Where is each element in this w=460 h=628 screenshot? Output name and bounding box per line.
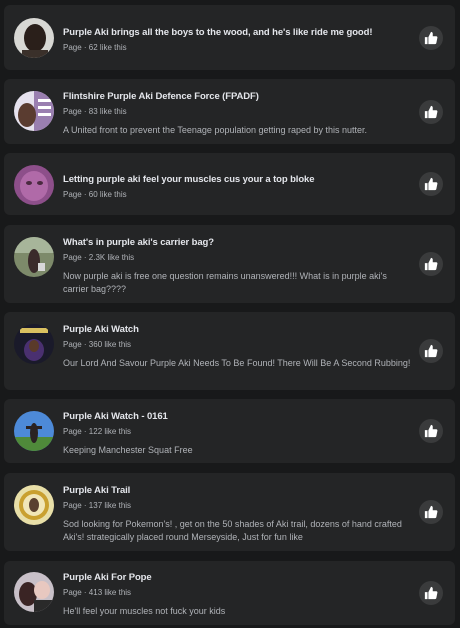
page-result-card[interactable]: Purple Aki For Pope Page · 413 like this… — [4, 561, 455, 625]
page-result-card[interactable]: Purple Aki Watch - 0161 Page · 122 like … — [4, 399, 455, 463]
page-title[interactable]: Purple Aki brings all the boys to the wo… — [63, 27, 411, 39]
like-page-button[interactable] — [419, 419, 443, 443]
page-result-card[interactable]: What's in purple aki's carrier bag? Page… — [4, 225, 455, 303]
page-result-card[interactable]: Letting purple aki feel your muscles cus… — [4, 153, 455, 215]
page-avatar[interactable] — [14, 165, 54, 205]
page-description: Now purple aki is free one question rema… — [63, 271, 387, 294]
page-description: Our Lord And Savour Purple Aki Needs To … — [63, 358, 411, 368]
page-result-card[interactable]: Purple Aki Watch Page · 360 like this Ou… — [4, 312, 455, 390]
page-result-card[interactable]: Purple Aki Trail Page · 137 like this So… — [4, 473, 455, 551]
page-description: He'll feel your muscles not fuck your ki… — [63, 606, 226, 616]
thumbs-up-icon — [424, 177, 438, 191]
page-avatar[interactable] — [14, 411, 54, 451]
page-avatar[interactable] — [14, 91, 54, 131]
page-avatar[interactable] — [14, 485, 54, 525]
page-avatar[interactable] — [14, 18, 54, 58]
page-title[interactable]: Letting purple aki feel your muscles cus… — [63, 174, 411, 186]
thumbs-up-icon — [424, 586, 438, 600]
page-avatar[interactable] — [14, 237, 54, 277]
like-page-button[interactable] — [419, 500, 443, 524]
like-page-button[interactable] — [419, 26, 443, 50]
like-page-button[interactable] — [419, 339, 443, 363]
page-title[interactable]: Purple Aki Watch — [63, 324, 411, 336]
thumbs-up-icon — [424, 105, 438, 119]
like-page-button[interactable] — [419, 252, 443, 276]
page-title[interactable]: Purple Aki For Pope — [63, 572, 411, 584]
page-meta: Page · 62 like this — [63, 43, 127, 52]
page-meta: Page · 122 like this — [63, 427, 132, 436]
page-title[interactable]: What's in purple aki's carrier bag? — [63, 237, 411, 249]
page-title[interactable]: Flintshire Purple Aki Defence Force (FPA… — [63, 91, 411, 103]
page-meta: Page · 413 like this — [63, 588, 132, 597]
page-results-list: Purple Aki brings all the boys to the wo… — [0, 0, 460, 628]
page-result-card[interactable]: Flintshire Purple Aki Defence Force (FPA… — [4, 79, 455, 144]
page-title[interactable]: Purple Aki Trail — [63, 485, 411, 497]
thumbs-up-icon — [424, 31, 438, 45]
page-meta: Page · 83 like this — [63, 107, 127, 116]
page-title[interactable]: Purple Aki Watch - 0161 — [63, 411, 411, 423]
page-description: A United front to prevent the Teenage po… — [63, 125, 368, 135]
page-description: Keeping Manchester Squat Free — [63, 445, 193, 455]
thumbs-up-icon — [424, 257, 438, 271]
page-description: Sod looking for Pokemon's! , get on the … — [63, 519, 402, 542]
page-meta: Page · 137 like this — [63, 501, 132, 510]
like-page-button[interactable] — [419, 172, 443, 196]
like-page-button[interactable] — [419, 581, 443, 605]
thumbs-up-icon — [424, 344, 438, 358]
thumbs-up-icon — [424, 505, 438, 519]
page-avatar[interactable] — [14, 572, 54, 612]
like-page-button[interactable] — [419, 100, 443, 124]
page-meta: Page · 360 like this — [63, 340, 132, 349]
page-meta: Page · 60 like this — [63, 190, 127, 199]
page-result-card[interactable]: Purple Aki brings all the boys to the wo… — [4, 5, 455, 70]
thumbs-up-icon — [424, 424, 438, 438]
page-meta: Page · 2.3K like this — [63, 253, 135, 262]
page-avatar[interactable] — [14, 324, 54, 364]
